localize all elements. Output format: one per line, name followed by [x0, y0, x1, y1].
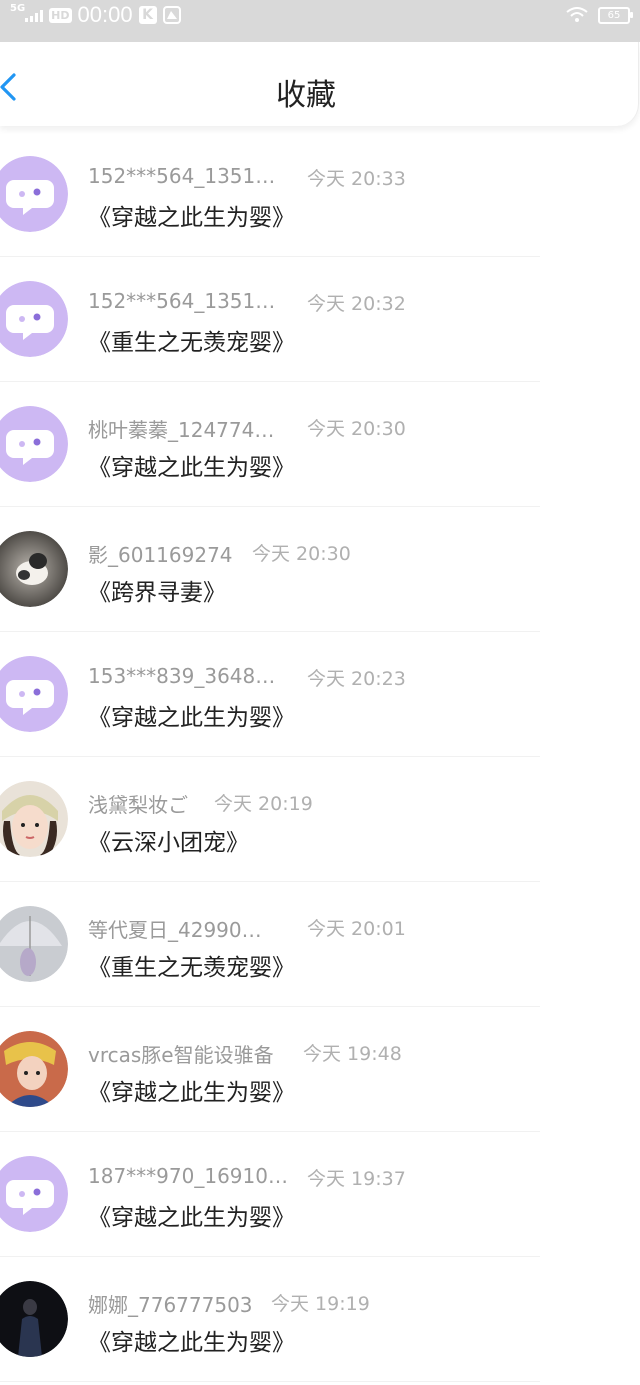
- user-name: 桃叶蓁蓁_124774…: [88, 418, 275, 442]
- battery-icon: 65: [598, 6, 633, 24]
- story-title[interactable]: 《穿越之此生为婴》: [88, 1198, 295, 1232]
- user-name: 等代夏日_42990…: [88, 918, 262, 942]
- avatar[interactable]: [0, 156, 68, 232]
- timestamp: 今天 19:48: [303, 1043, 402, 1065]
- avatar[interactable]: [0, 531, 68, 607]
- timestamp: 今天 20:30: [307, 418, 406, 440]
- timestamp: 今天 19:19: [271, 1293, 370, 1315]
- user-name: 娜娜_776777503: [88, 1293, 253, 1317]
- story-title[interactable]: 《穿越之此生为婴》: [88, 448, 295, 482]
- user-name: 152***564_1351…: [88, 164, 276, 188]
- timestamp: 今天 19:37: [307, 1168, 406, 1190]
- favorite-list-item[interactable]: 152***564_1351… 今天 20:32 《重生之无羡宠婴》: [0, 257, 640, 382]
- story-title[interactable]: 《重生之无羡宠婴》: [88, 948, 295, 982]
- favorite-list-item[interactable]: 桃叶蓁蓁_124774… 今天 20:30 《穿越之此生为婴》: [0, 382, 640, 507]
- favorite-list-item[interactable]: 153***839_3648… 今天 20:23 《穿越之此生为婴》: [0, 632, 640, 757]
- avatar[interactable]: [0, 781, 68, 857]
- screenshot-notify-icon: [162, 6, 181, 24]
- story-title[interactable]: 《云深小团宠》: [88, 823, 249, 857]
- divider: [0, 1381, 540, 1382]
- wifi-icon: [566, 7, 588, 22]
- favorite-list-item[interactable]: 影_601169274 今天 20:30 《跨界寻妻》: [0, 507, 640, 632]
- timestamp: 今天 20:01: [307, 918, 406, 940]
- avatar[interactable]: [0, 406, 68, 482]
- hd-badge: HD: [49, 7, 72, 23]
- avatar[interactable]: [0, 281, 68, 357]
- timestamp: 今天 20:30: [252, 543, 351, 565]
- status-left: 5G HD 00:00 K: [10, 0, 181, 30]
- user-name: 187***970_16910…: [88, 1164, 288, 1188]
- user-name: 影_601169274: [88, 543, 233, 567]
- status-bar: 5G HD 00:00 K 65: [0, 0, 640, 42]
- timestamp: 今天 20:33: [307, 168, 406, 190]
- favorite-list-item[interactable]: 等代夏日_42990… 今天 20:01 《重生之无羡宠婴》: [0, 882, 640, 1007]
- story-title[interactable]: 《跨界寻妻》: [88, 573, 226, 607]
- story-title[interactable]: 《穿越之此生为婴》: [88, 698, 295, 732]
- story-title[interactable]: 《穿越之此生为婴》: [88, 1323, 295, 1357]
- user-name: vrcas豚e智能设骓备: [88, 1043, 274, 1067]
- signal-icon: [25, 8, 44, 22]
- favorite-list-item[interactable]: vrcas豚e智能设骓备 今天 19:48 《穿越之此生为婴》: [0, 1007, 640, 1132]
- avatar[interactable]: [0, 1031, 68, 1107]
- status-right: 65: [566, 4, 633, 26]
- timestamp: 今天 20:23: [307, 668, 406, 690]
- status-time: 00:00: [77, 2, 133, 27]
- user-name: 153***839_3648…: [88, 664, 276, 688]
- page-title: 收藏: [276, 78, 336, 113]
- favorite-list-item[interactable]: 187***970_16910… 今天 19:37 《穿越之此生为婴》: [0, 1132, 640, 1257]
- avatar[interactable]: [0, 906, 68, 982]
- user-name: 浅黛梨妆ご: [88, 793, 188, 817]
- avatar[interactable]: [0, 656, 68, 732]
- k-app-icon: K: [138, 6, 157, 24]
- favorite-list-item[interactable]: 娜娜_776777503 今天 19:19 《穿越之此生为婴》: [0, 1257, 640, 1382]
- favorite-list-item[interactable]: 浅黛梨妆ご 今天 20:19 《云深小团宠》: [0, 757, 640, 882]
- story-title[interactable]: 《重生之无羡宠婴》: [88, 323, 295, 357]
- user-name: 152***564_1351…: [88, 289, 276, 313]
- story-title[interactable]: 《穿越之此生为婴》: [88, 1073, 295, 1107]
- favorite-list-item[interactable]: 152***564_1351… 今天 20:33 《穿越之此生为婴》: [0, 132, 640, 257]
- avatar[interactable]: [0, 1156, 68, 1232]
- timestamp: 今天 20:19: [214, 793, 313, 815]
- avatar[interactable]: [0, 1281, 68, 1357]
- favorites-list: 152***564_1351… 今天 20:33 《穿越之此生为婴》 152***56…: [0, 132, 640, 1382]
- timestamp: 今天 20:32: [307, 293, 406, 315]
- network-label: 5G: [10, 3, 26, 14]
- nav-bar: 收藏: [0, 42, 639, 126]
- story-title[interactable]: 《穿越之此生为婴》: [88, 198, 295, 232]
